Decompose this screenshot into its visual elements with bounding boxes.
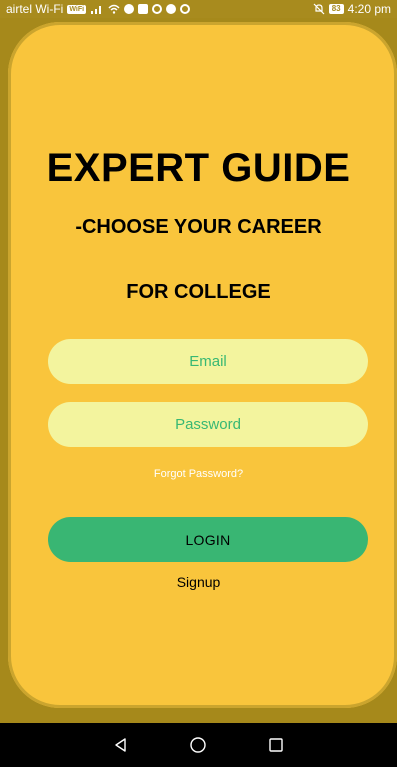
wifi-icon xyxy=(108,4,120,14)
forgot-password-link[interactable]: Forgot Password? xyxy=(0,468,397,480)
home-button[interactable] xyxy=(188,735,208,755)
recents-button[interactable] xyxy=(266,735,286,755)
login-button[interactable]: LOGIN xyxy=(48,517,368,562)
signal-icon xyxy=(91,6,102,14)
status-bar: airtel Wi-Fi WiFi 83 4:20 pm xyxy=(0,0,397,18)
mute-icon xyxy=(313,3,325,15)
recents-icon xyxy=(269,738,283,752)
instagram-icon xyxy=(180,4,191,14)
carrier-label: airtel Wi-Fi xyxy=(6,2,64,16)
app-title: EXPERT GUIDE xyxy=(46,146,351,190)
app-subtitle: -CHOOSE YOUR CAREER xyxy=(75,216,322,238)
app-notification-icon xyxy=(124,4,135,14)
status-right: 83 4:20 pm xyxy=(313,2,391,16)
app-subtitle-2: FOR COLLEGE xyxy=(126,281,271,303)
signup-link[interactable]: Signup xyxy=(0,574,397,590)
snapchat-icon xyxy=(166,4,177,14)
back-button[interactable] xyxy=(111,735,131,755)
back-icon xyxy=(115,738,126,752)
clock: 4:20 pm xyxy=(347,2,391,16)
status-left: airtel Wi-Fi WiFi xyxy=(6,2,191,16)
email-input[interactable] xyxy=(48,339,368,384)
navigation-bar xyxy=(0,723,397,767)
whatsapp-icon xyxy=(152,4,163,14)
battery-level: 83 xyxy=(328,4,344,14)
home-icon xyxy=(190,737,207,753)
messenger-icon xyxy=(138,4,149,14)
password-input[interactable] xyxy=(48,402,368,447)
wifi-badge: WiFi xyxy=(67,4,87,14)
